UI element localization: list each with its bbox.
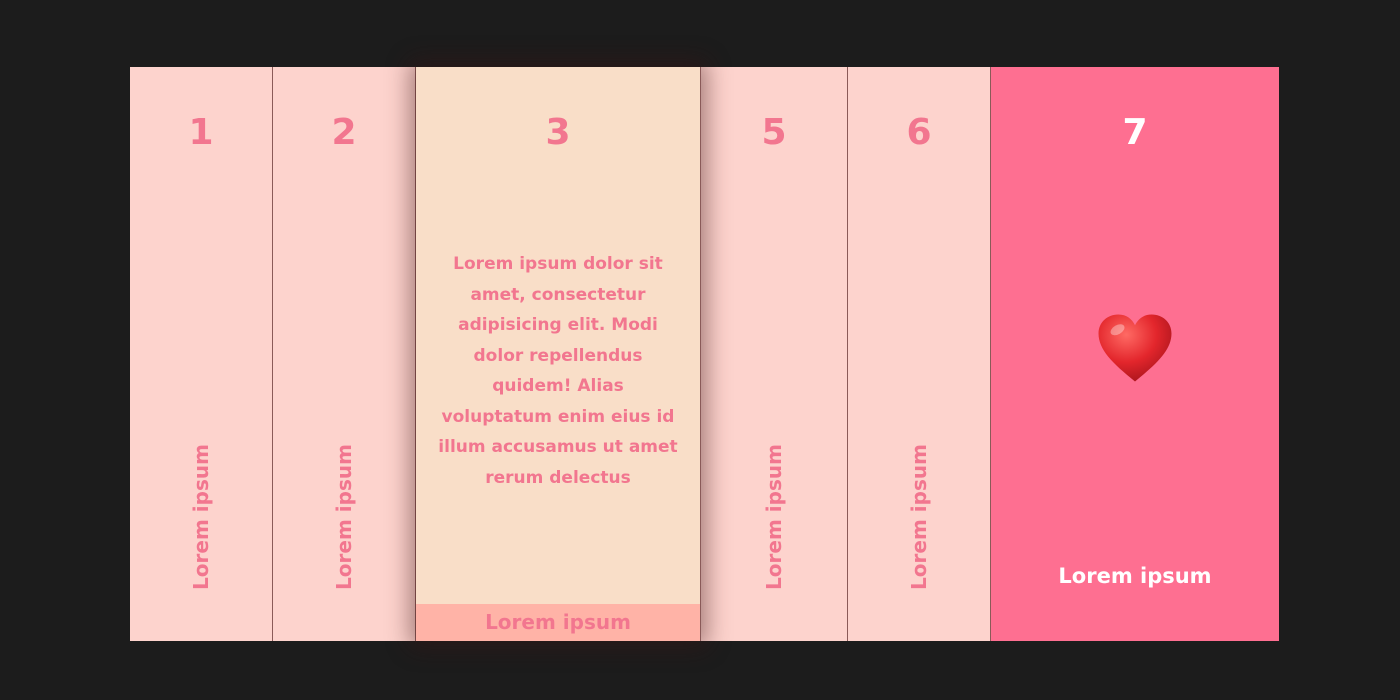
card-number: 5 [761,112,787,153]
card-1[interactable]: 1 Lorem ipsum [130,67,273,641]
card-label: Lorem ipsum [1058,564,1212,588]
card-label: Lorem ipsum [907,444,931,590]
card-number: 3 [545,112,571,153]
card-label: Lorem ipsum [189,444,213,590]
card-footer-label: Lorem ipsum [416,604,700,641]
card-number: 6 [906,112,932,153]
card-accordion: 1 Lorem ipsum 2 Lorem ipsum 3 Lorem ipsu… [130,67,1279,641]
card-label: Lorem ipsum [332,444,356,590]
card-2[interactable]: 2 Lorem ipsum [273,67,416,641]
card-3-expanded[interactable]: 3 Lorem ipsum dolor sit amet, consectetu… [416,67,701,641]
card-number: 1 [188,112,214,153]
card-label: Lorem ipsum [762,444,786,590]
card-5[interactable]: 5 Lorem ipsum [701,67,848,641]
card-6[interactable]: 6 Lorem ipsum [848,67,991,641]
card-number: 2 [331,112,357,153]
card-body-text: Lorem ipsum dolor sit amet, consectetur … [438,254,678,488]
heart-icon [1098,314,1172,382]
card-number: 7 [1122,112,1148,153]
card-7-highlighted[interactable]: 7 Lorem ipsum [991,67,1279,641]
